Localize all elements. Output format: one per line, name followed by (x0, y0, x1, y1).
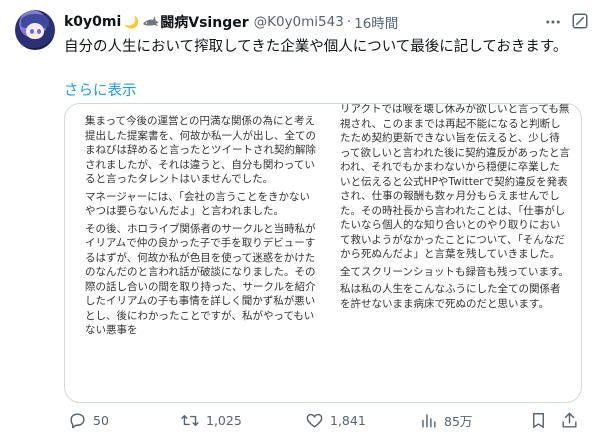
screenshot-paragraph: マネージャーには、「会社の言うことをきかないやつは要らないんだよ」と言われました… (85, 190, 311, 218)
shark-icon (142, 13, 159, 32)
views-button[interactable]: 85万 (419, 408, 472, 432)
post-text: 自分の人生において搾取してきた企業や個人について最後に記しておきます。 (64, 39, 568, 55)
reply-count: 50 (93, 412, 109, 428)
panel-divider (325, 104, 327, 402)
screenshot-paragraph: 集まって今後の運営との円満な関係の為にと考え提出した提案書を、何故か私一人が出し… (85, 115, 316, 185)
show-more-link[interactable]: さらに表示 (64, 79, 137, 100)
view-count: 85万 (444, 413, 473, 429)
reply-icon (70, 412, 85, 428)
share-icon (562, 412, 577, 428)
author-display-name[interactable]: k0y0mi (64, 14, 121, 30)
screenshot-paragraph: その後、ホロライブ関係者のサークルと当時私がイリアムで仲の良かった子で手を取りデ… (85, 222, 316, 337)
retweet-button[interactable]: 1,025 (180, 408, 242, 432)
like-count: 1,841 (330, 412, 366, 428)
author-tag[interactable]: 闘病Vsinger (160, 12, 248, 32)
bookmark-button[interactable] (529, 408, 554, 432)
screenshot-right-panel: リアクトでは喉を壊し休みが欲しいと言っても無視され、このままでは再起不能になると… (340, 103, 570, 400)
screenshot-paragraph: 全てスクリーンショットも録音も残っています。 (340, 265, 569, 278)
screenshot-left-panel: 集まって今後の運営との円満な関係の為にと考え提出した提案書を、何故か私一人が出し… (85, 114, 320, 402)
more-icon[interactable] (543, 12, 563, 32)
avatar-eye (30, 29, 34, 34)
analytics-icon (422, 413, 436, 428)
post-header: k0y0mi 🌙 闘病Vsinger @K0y0mi543 · 16時間 (64, 12, 398, 32)
screenshot-paragraph: リアクトでは喉を壊し休みが欲しいと言っても無視され、このままでは再起不能になると… (340, 103, 570, 260)
reply-button[interactable]: 50 (68, 408, 109, 432)
attached-image[interactable]: 集まって今後の運営との円満な関係の為にと考え提出した提案書を、何故か私一人が出し… (64, 103, 582, 403)
screenshot-paragraph: 私は私の人生をこんなふうにした全ての関係者を許せないまま病床で死ぬのだと思います… (340, 283, 561, 310)
avatar-eye (37, 29, 41, 34)
share-button[interactable] (560, 408, 585, 432)
action-bar: 50 1,025 1,841 85万 (64, 408, 580, 432)
retweet-count: 1,025 (206, 412, 242, 428)
retweet-icon (181, 414, 199, 426)
heart-icon (306, 413, 323, 428)
header-separator: · (346, 14, 352, 30)
grok-icon[interactable] (570, 11, 590, 31)
avatar-face (26, 23, 44, 39)
author-avatar[interactable] (15, 10, 55, 50)
name-moon-emoji: 🌙 (124, 15, 140, 29)
author-handle[interactable]: @K0y0mi543 (254, 14, 344, 30)
bookmark-icon (533, 412, 544, 428)
like-button[interactable]: 1,841 (305, 408, 366, 432)
post-timestamp[interactable]: 16時間 (354, 12, 398, 32)
